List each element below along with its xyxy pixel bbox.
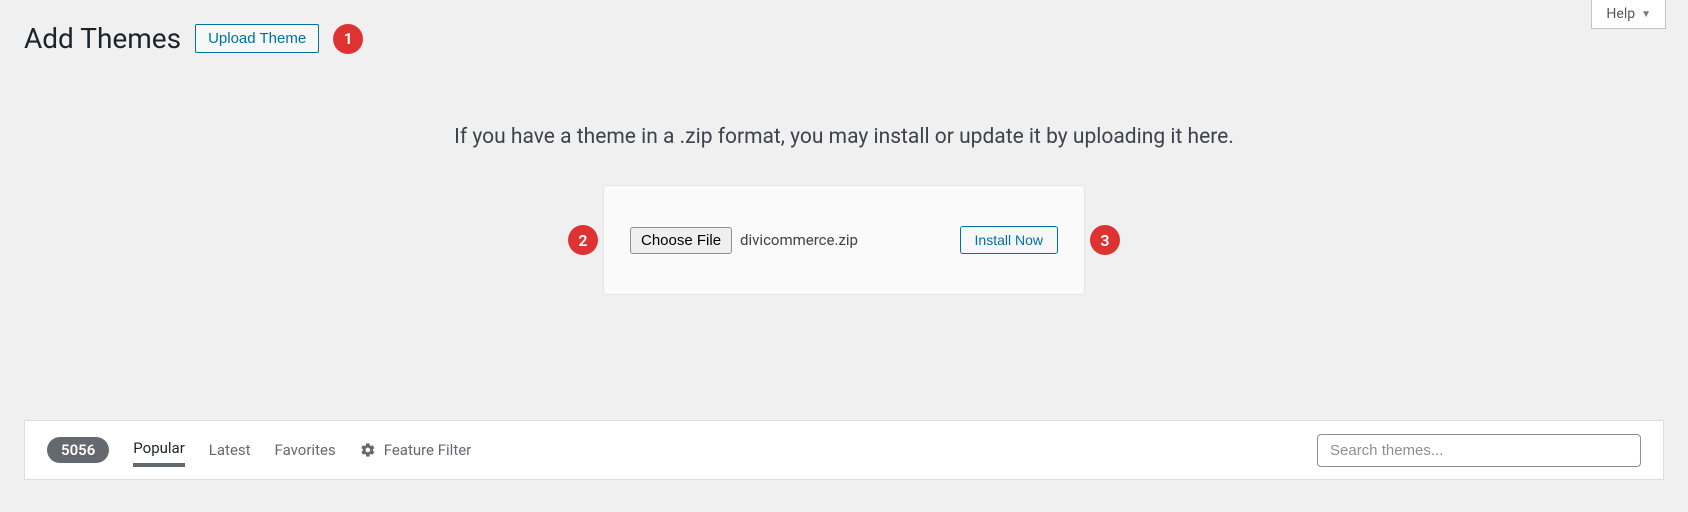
tab-latest[interactable]: Latest [209,435,251,465]
theme-count-badge: 5056 [47,437,109,463]
upload-instructions: If you have a theme in a .zip format, yo… [0,125,1688,149]
choose-file-button[interactable]: Choose File [630,227,732,254]
install-now-button[interactable]: Install Now [960,226,1058,254]
file-input-group: Choose File divicommerce.zip [630,227,858,254]
annotation-marker-3: 3 [1090,225,1120,255]
gear-icon [360,442,376,458]
help-tab[interactable]: Help ▼ [1591,0,1666,29]
selected-file-name: divicommerce.zip [740,231,858,249]
theme-filter-bar: 5056 Popular Latest Favorites Feature Fi… [24,420,1664,480]
upload-form: 2 Choose File divicommerce.zip Install N… [603,185,1085,295]
page-title: Add Themes [24,22,181,55]
upload-theme-button[interactable]: Upload Theme [195,24,319,53]
chevron-down-icon: ▼ [1641,9,1651,20]
help-label: Help [1606,6,1635,22]
tab-popular[interactable]: Popular [133,433,185,467]
annotation-marker-1: 1 [333,24,363,54]
feature-filter-label: Feature Filter [384,441,472,459]
tab-favorites[interactable]: Favorites [275,435,336,465]
search-input[interactable] [1317,434,1641,467]
page-header: Add Themes Upload Theme 1 [0,0,1688,65]
feature-filter-button[interactable]: Feature Filter [360,441,472,459]
annotation-marker-2: 2 [568,225,598,255]
